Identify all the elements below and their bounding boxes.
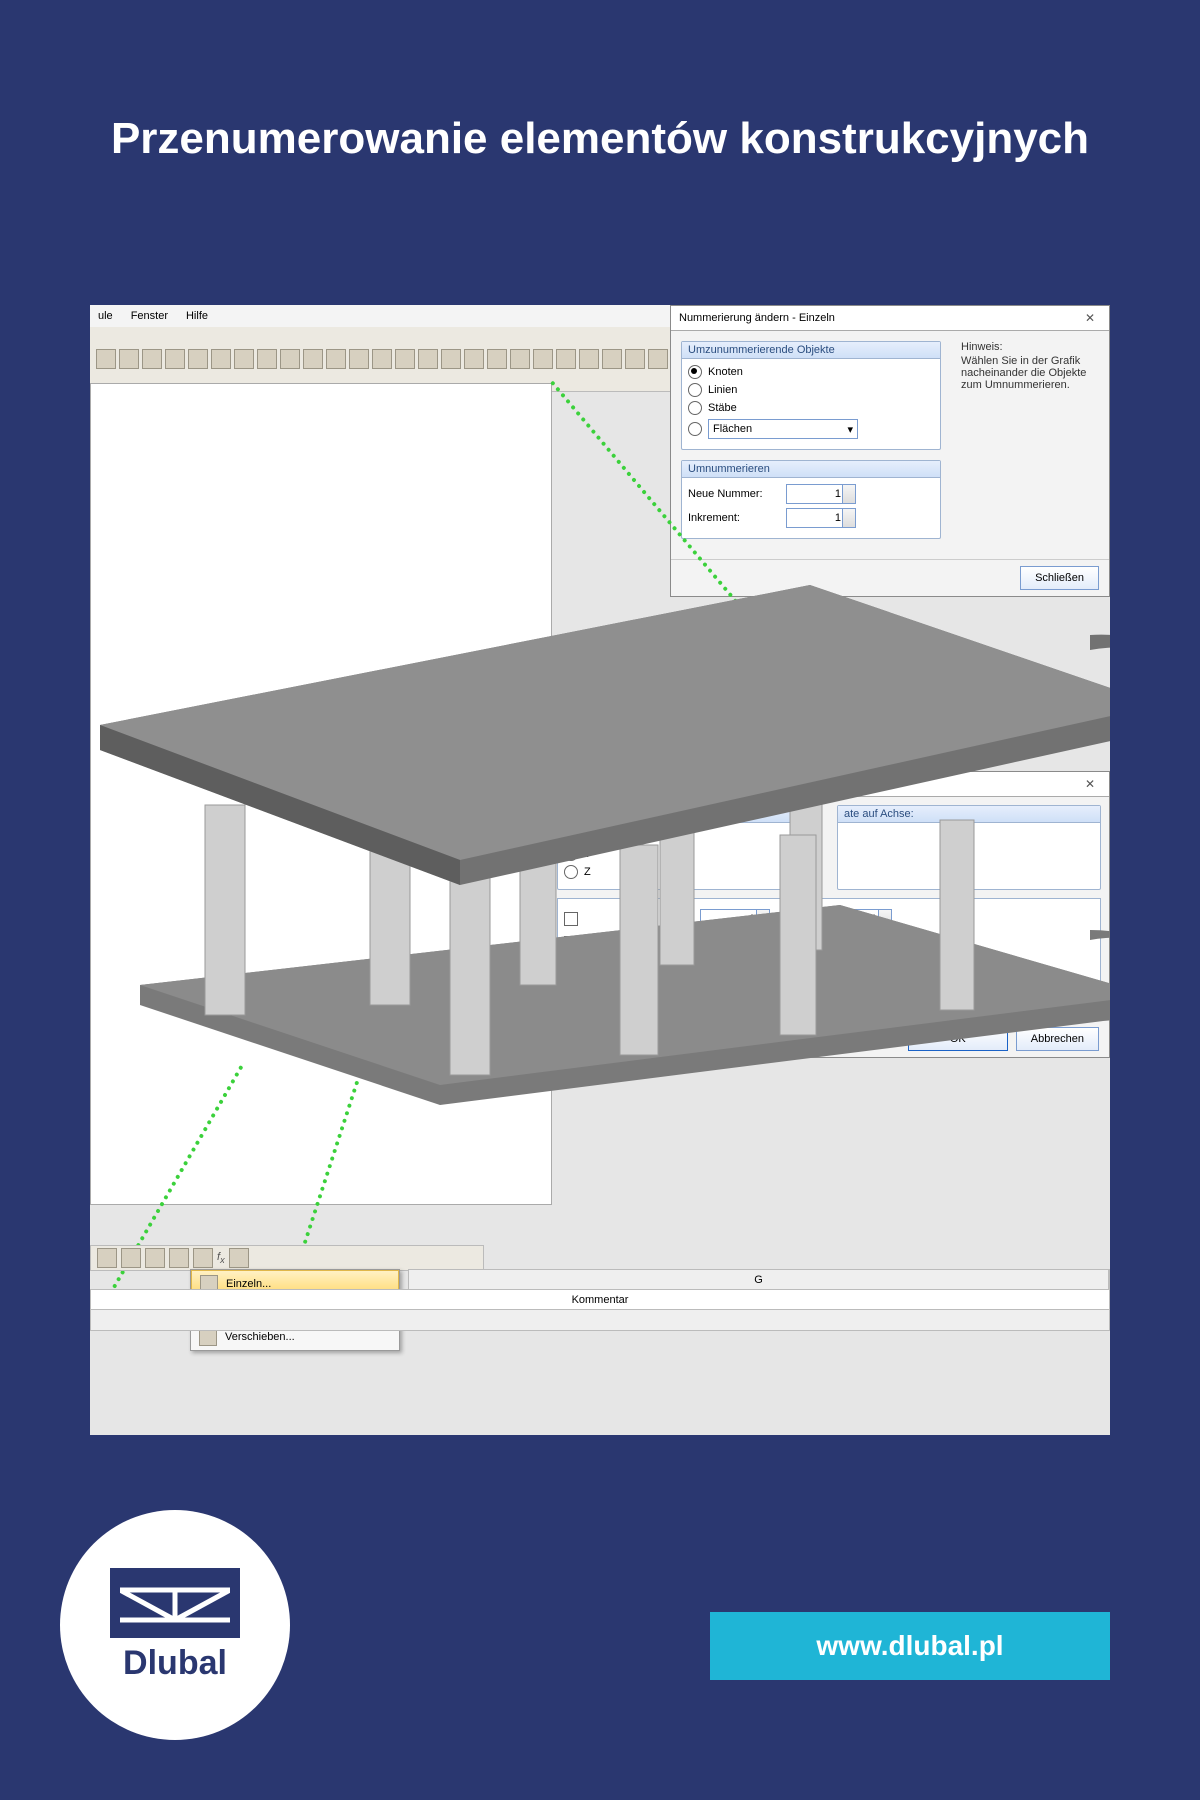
checkbox-label: Flächen (584, 961, 694, 973)
toolbar-icon[interactable] (372, 349, 392, 369)
toolbar-icon[interactable] (145, 1248, 165, 1268)
grid-row: Kommentar (90, 1289, 1110, 1311)
toolbar-icon[interactable] (303, 349, 323, 369)
toolbar-icon[interactable] (464, 349, 484, 369)
radio-label: Stäbe (708, 402, 737, 414)
page-title: Przenumerowanie elementów konstrukcyjnyc… (0, 110, 1200, 167)
input-increment[interactable]: 1 (786, 508, 856, 528)
radio-label: X (584, 830, 591, 842)
num-input[interactable]: 1 (700, 957, 770, 977)
radio-flaechen[interactable] (688, 422, 702, 436)
toolbar-icon[interactable] (169, 1248, 189, 1268)
radio-label: Y (584, 848, 591, 860)
radio-staebe[interactable] (688, 401, 702, 415)
toolbar-icon[interactable] (349, 349, 369, 369)
num-input[interactable]: 1 (700, 933, 770, 953)
toolbar-icon[interactable] (121, 1248, 141, 1268)
dialog-renumber-auto: ✕ uf Achse: X Y Z ate auf Achse: 1 1 1 1 F… (548, 771, 1110, 1058)
menu-item[interactable]: Fenster (131, 310, 168, 322)
toolbar-icon[interactable] (211, 349, 231, 369)
grid-row (90, 1309, 1110, 1331)
toolbar-icon[interactable] (234, 349, 254, 369)
toolbar-icon[interactable] (119, 349, 139, 369)
group-title: uf Achse: (558, 806, 820, 823)
close-icon[interactable]: ✕ (1079, 309, 1101, 327)
toolbar-icon[interactable] (487, 349, 507, 369)
group-objects: Umzunummerierende Objekte Knoten Linien … (681, 341, 941, 450)
num-input[interactable]: 1 (822, 909, 892, 929)
menu-item[interactable]: ule (98, 310, 113, 322)
select-flaechen[interactable]: Flächen▾ (708, 419, 858, 439)
drawing-canvas[interactable] (90, 383, 552, 1205)
radio-y[interactable] (564, 847, 578, 861)
toolbar-icon[interactable] (579, 349, 599, 369)
dialog-title: Nummerierung ändern - Einzeln (679, 312, 835, 324)
chevron-down-icon: ▾ (847, 423, 853, 436)
num-input[interactable]: 1 (822, 933, 892, 953)
input-new-number[interactable]: 1 (786, 484, 856, 504)
checkbox[interactable] (564, 912, 578, 926)
toolbar-icon[interactable] (229, 1248, 249, 1268)
group-axis-2: ate auf Achse: (837, 805, 1101, 890)
group-axis-1: uf Achse: X Y Z (557, 805, 821, 890)
group-title: Umzunummerierende Objekte (682, 342, 940, 359)
toolbar-icon[interactable] (257, 349, 277, 369)
ok-button[interactable]: OK (908, 1027, 1008, 1051)
toolbar-icon[interactable] (142, 349, 162, 369)
checkbox-flaechen[interactable] (564, 960, 578, 974)
group-title: Umnummerieren (682, 461, 940, 478)
num-input[interactable]: 1 (700, 909, 770, 929)
toolbar-icon[interactable] (556, 349, 576, 369)
menu-item[interactable]: Hilfe (186, 310, 208, 322)
toolbar-icon[interactable] (418, 349, 438, 369)
toolbar-icon[interactable] (648, 349, 668, 369)
toolbar-icon[interactable] (441, 349, 461, 369)
help-icon[interactable]: ? (559, 1027, 579, 1047)
label-increment: Inkrement: (688, 512, 778, 524)
radio-label: Z (584, 866, 591, 878)
toolbar-icon[interactable] (188, 349, 208, 369)
grid-header: G (408, 1269, 1110, 1291)
radio-label: Knoten (708, 366, 743, 378)
radio-knoten[interactable] (688, 365, 702, 379)
status-toolbar: fx (90, 1245, 484, 1271)
radio-linien[interactable] (688, 383, 702, 397)
checkbox-label: Volumenkörper (584, 985, 694, 997)
brand-name: Dlubal (123, 1644, 227, 1683)
close-button[interactable]: Schließen (1020, 566, 1099, 590)
checkbox-volumen[interactable] (564, 984, 578, 998)
hint-text: Wählen Sie in der Grafik nacheinander di… (961, 355, 1099, 391)
toolbar-icon[interactable] (625, 349, 645, 369)
toolbar-icon[interactable] (280, 349, 300, 369)
dialog-renumber-single: Nummerierung ändern - Einzeln ✕ Umzunumm… (670, 305, 1110, 597)
checkbox[interactable] (564, 936, 578, 950)
toolbar-icon[interactable] (97, 1248, 117, 1268)
toolbar-icon[interactable] (602, 349, 622, 369)
toolbar-icon[interactable] (165, 349, 185, 369)
radio-x[interactable] (564, 829, 578, 843)
toolbar-icon[interactable] (193, 1248, 213, 1268)
num-input[interactable]: 1 (822, 981, 892, 1001)
num-input[interactable]: 1 (700, 981, 770, 1001)
group-title: ate auf Achse: (838, 806, 1100, 823)
brand-logo: Dlubal (60, 1510, 290, 1740)
url-banner: www.dlubal.pl (710, 1612, 1110, 1680)
label-new-number: Neue Nummer: (688, 488, 778, 500)
toolbar-icon[interactable] (533, 349, 553, 369)
num-input[interactable]: 1 (822, 957, 892, 977)
group-renumber: Umnummerieren Neue Nummer: 1 Inkrement: 1 (681, 460, 941, 539)
toolbar-icon[interactable] (326, 349, 346, 369)
app-screenshot: ule Fenster Hilfe Nummerierung ändern - … (90, 305, 1110, 1435)
radio-label: Linien (708, 384, 737, 396)
radio-z[interactable] (564, 865, 578, 879)
close-icon[interactable]: ✕ (1079, 775, 1101, 793)
cancel-button[interactable]: Abbrechen (1016, 1027, 1099, 1051)
toolbar-icon[interactable] (510, 349, 530, 369)
grid-column: G (409, 1270, 1109, 1290)
hint-label: Hinweis: (961, 341, 1099, 353)
logo-icon (110, 1568, 240, 1638)
toolbar-icon[interactable] (395, 349, 415, 369)
toolbar-icon[interactable] (96, 349, 116, 369)
